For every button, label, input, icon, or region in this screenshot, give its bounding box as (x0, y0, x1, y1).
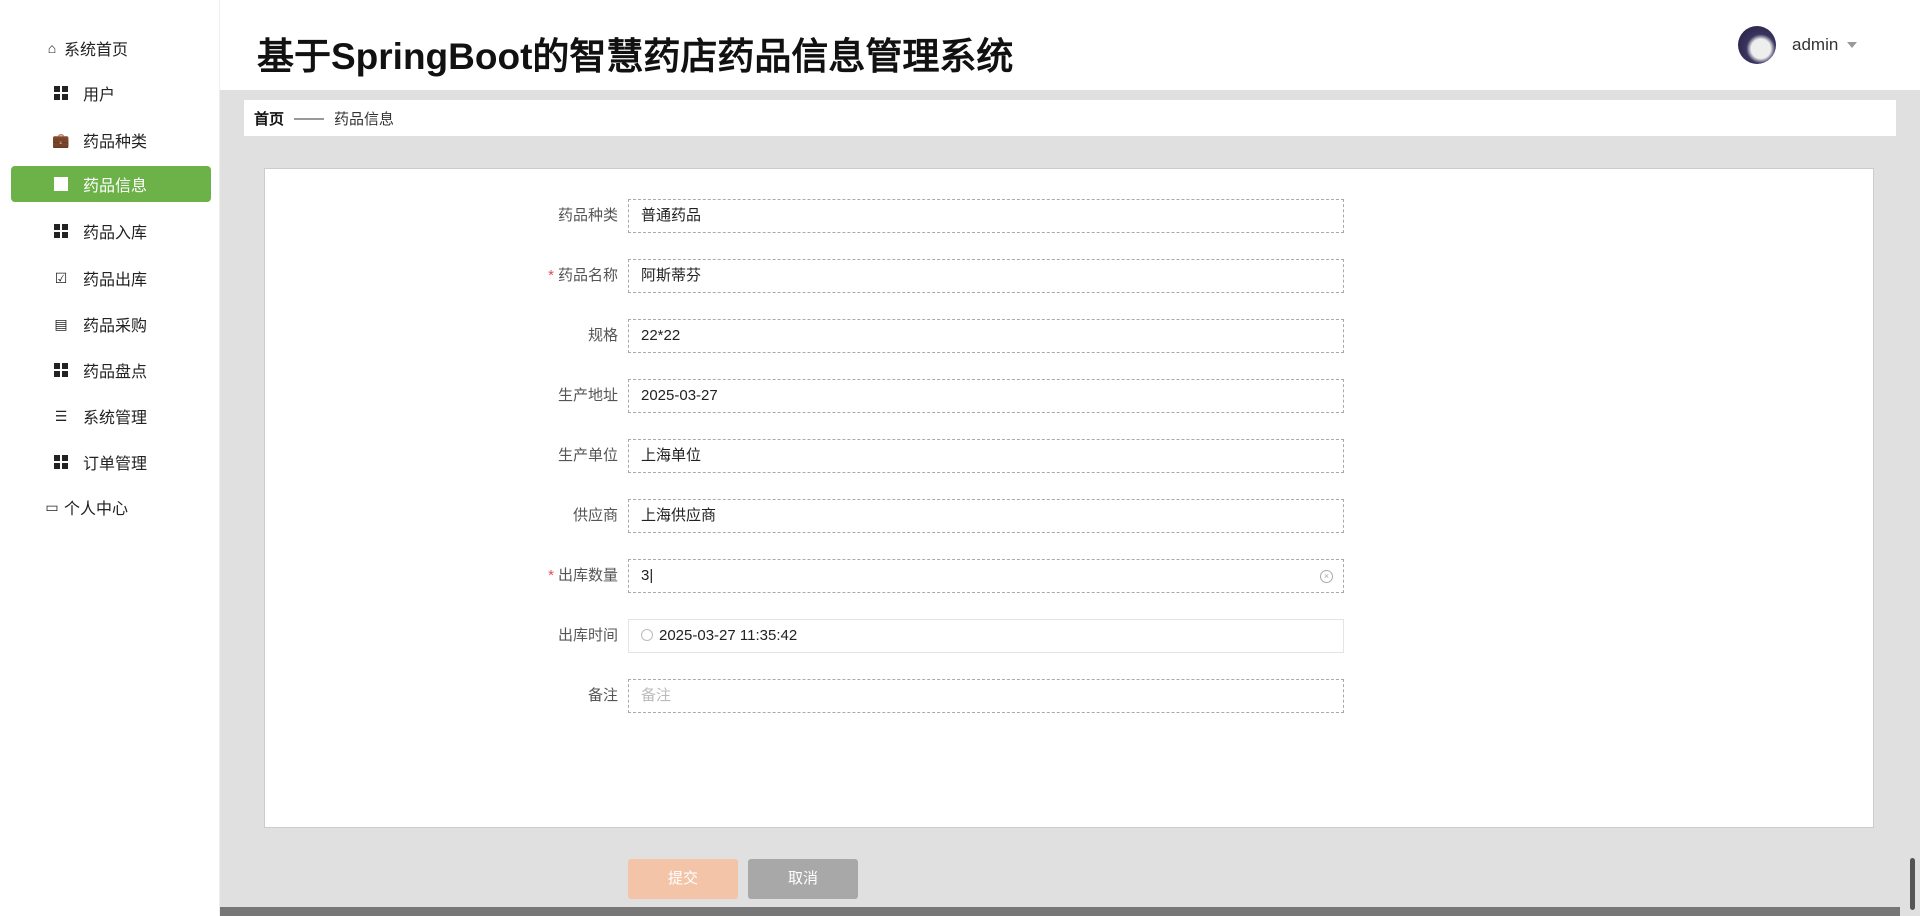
form-row-supplier: 供应商 上海供应商 (265, 499, 1365, 533)
form-row-time: 出库时间 2025-03-27 11:35:42 (265, 619, 1365, 653)
required-mark: * (548, 267, 554, 284)
header: 基于SpringBoot的智慧药店药品信息管理系统 admin (220, 0, 1920, 90)
remark-field[interactable]: 备注 (628, 679, 1344, 713)
chevron-down-icon[interactable] (1847, 42, 1857, 48)
breadcrumb-current: 药品信息 (334, 110, 395, 128)
breadcrumb-separator: —— (294, 109, 325, 127)
home-icon: ⌂ (47, 40, 57, 56)
sidebar-item-system[interactable]: ☰ 系统管理 (11, 398, 211, 434)
field-label: 规格 (587, 327, 618, 344)
field-label: 药品种类 (557, 207, 618, 224)
field-label: 生产地址 (557, 387, 618, 404)
field-label: 出库数量 (557, 567, 618, 584)
form-row-name: * 药品名称 阿斯蒂芬 (265, 259, 1365, 293)
cancel-button[interactable]: 取消 (748, 859, 858, 899)
clipboard-check-icon: ☑ (54, 269, 68, 286)
breadcrumb-home[interactable]: 首页 (254, 108, 284, 129)
grid-icon (53, 454, 69, 470)
vertical-scrollbar[interactable] (1910, 858, 1915, 910)
briefcase-icon: 💼 (52, 131, 70, 148)
form-row-remark: 备注 备注 (265, 679, 1365, 713)
address-field[interactable]: 2025-03-27 (628, 379, 1344, 413)
datetime-field[interactable]: 2025-03-27 11:35:42 (628, 619, 1344, 653)
username[interactable]: admin (1792, 35, 1838, 55)
sidebar-item-drug-inventory[interactable]: 药品盘点 (11, 352, 211, 388)
sidebar-item-drug-category[interactable]: 💼 药品种类 (11, 122, 211, 158)
clipboard-icon: ▤ (54, 315, 68, 332)
category-field[interactable]: 普通药品 (628, 199, 1344, 233)
form-panel: 药品种类 普通药品 * 药品名称 阿斯蒂芬 规格 22*22 生产地址 2025-03-2… (264, 168, 1874, 899)
sidebar-item-drug-outbound[interactable]: ☑ 药品出库 (11, 260, 211, 296)
chart-icon (53, 176, 69, 192)
sidebar-item-users[interactable]: 用户 (11, 75, 211, 111)
supplier-field[interactable]: 上海供应商 (628, 499, 1344, 533)
form-row-address: 生产地址 2025-03-27 (265, 379, 1365, 413)
main-content: 首页 —— 药品信息 药品种类 普通药品 * 药品名称 阿斯蒂芬 规格 22*22 生产… (220, 90, 1920, 916)
field-label: 供应商 (572, 507, 618, 524)
sidebar: ⌂ 系统首页 用户 💼 药品种类 药品信息 药品入库 ☑ 药品出库 ▤ 药品采购 药品盘… (0, 0, 220, 916)
field-label: 药品名称 (557, 267, 618, 284)
card-icon: ▭ (45, 498, 59, 515)
grid-icon (53, 223, 69, 239)
breadcrumb: 首页 —— 药品信息 (244, 100, 1896, 136)
drug-name-field[interactable]: 阿斯蒂芬 (628, 259, 1344, 293)
list-icon: ☰ (54, 407, 68, 424)
clock-icon (641, 629, 653, 641)
form-row-spec: 规格 22*22 (265, 319, 1365, 353)
horizontal-scrollbar[interactable] (220, 907, 1900, 916)
form-row-category: 药品种类 普通药品 (265, 199, 1365, 233)
required-mark: * (548, 567, 554, 584)
form-row-manufacturer: 生产单位 上海单位 (265, 439, 1365, 473)
submit-button[interactable]: 提交 (628, 859, 738, 899)
grid-icon (53, 85, 69, 101)
field-label: 备注 (587, 687, 618, 704)
sidebar-item-profile[interactable]: ▭ 个人中心 (11, 489, 211, 525)
field-label: 生产单位 (557, 447, 618, 464)
sidebar-item-orders[interactable]: 订单管理 (11, 444, 211, 480)
page-title: 基于SpringBoot的智慧药店药品信息管理系统 (257, 36, 1014, 77)
sidebar-item-drug-inbound[interactable]: 药品入库 (11, 213, 211, 249)
quantity-field[interactable]: 3| × (628, 559, 1344, 593)
sidebar-item-drug-info[interactable]: 药品信息 (11, 166, 211, 202)
manufacturer-field[interactable]: 上海单位 (628, 439, 1344, 473)
sidebar-item-home[interactable]: ⌂ 系统首页 (11, 30, 211, 66)
field-label: 出库时间 (557, 627, 618, 644)
sidebar-item-drug-purchase[interactable]: ▤ 药品采购 (11, 306, 211, 342)
grid-icon (53, 362, 69, 378)
avatar[interactable] (1738, 26, 1776, 64)
spec-field[interactable]: 22*22 (628, 319, 1344, 353)
form-row-quantity: * 出库数量 3| × (265, 559, 1365, 593)
clear-icon[interactable]: × (1320, 570, 1333, 583)
